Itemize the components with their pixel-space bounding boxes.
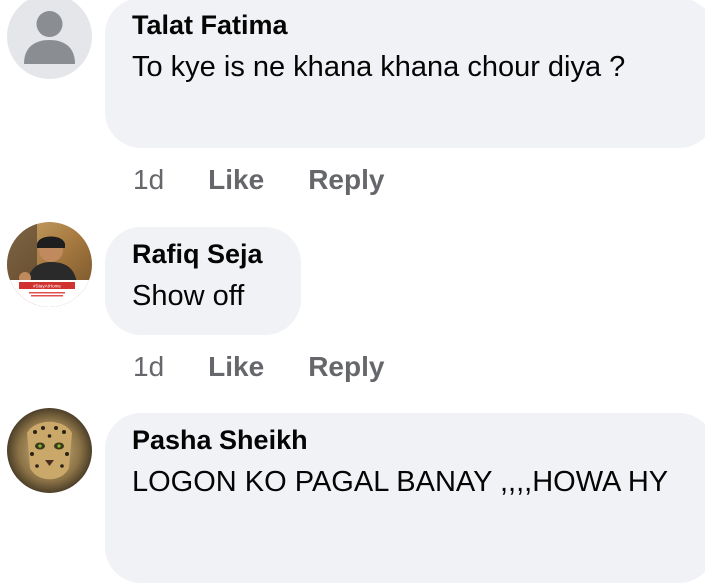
comment-bubble: Pasha Sheikh LOGON KO PAGAL BANAY ,,,,HO… [105, 413, 705, 583]
leopard-photo-icon [7, 408, 92, 493]
comment-author[interactable]: Pasha Sheikh [132, 424, 689, 456]
avatar[interactable] [7, 408, 92, 493]
comment-text: LOGON KO PAGAL BANAY ,,,,HOWA HY [132, 466, 669, 498]
comment-item: Pasha Sheikh LOGON KO PAGAL BANAY ,,,,HO… [0, 0, 705, 583]
